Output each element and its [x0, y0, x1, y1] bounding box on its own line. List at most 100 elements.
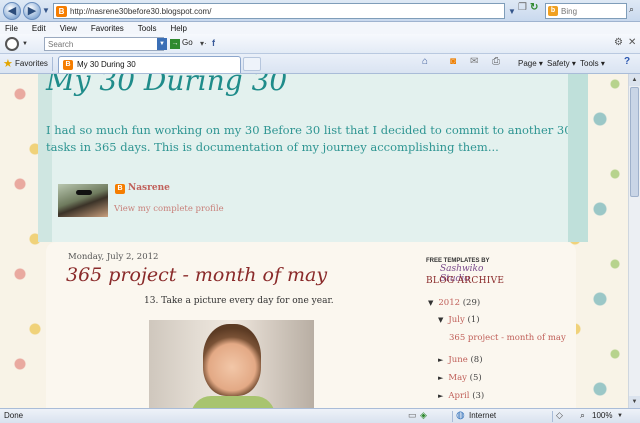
search-toolbar: ▼ ▼ →Go ▾· f ⚙ ✕ — [0, 34, 640, 54]
favorites-button[interactable]: ★ Favorites — [3, 57, 48, 71]
toolbar-search-icon[interactable] — [5, 37, 19, 51]
go-arrow-icon: → — [170, 39, 180, 49]
post-title-link[interactable]: 365 project - month of may — [66, 264, 327, 286]
archive-heading: BLOG ARCHIVE — [426, 276, 505, 286]
menu-view[interactable]: View — [60, 24, 77, 33]
archive-count: (5) — [469, 373, 482, 383]
collapse-toggle-icon[interactable]: ▼ — [438, 316, 443, 324]
photo-subject-dress — [191, 396, 275, 408]
archive-year-2012[interactable]: ▼ 2012 (29) — [428, 298, 480, 308]
blog-title[interactable]: My 30 During 30 — [46, 74, 287, 97]
web-search-input[interactable] — [561, 5, 619, 17]
expand-toggle-icon[interactable]: ► — [438, 374, 443, 382]
toolbar-close-icon[interactable]: ✕ — [628, 37, 636, 48]
archive-month-label[interactable]: May — [448, 373, 467, 383]
star-icon: ★ — [3, 58, 13, 70]
blog-header: My 30 During 30 I had so much fun workin… — [38, 74, 588, 242]
blogger-profile-icon: B — [115, 184, 125, 194]
go-label: Go — [182, 38, 193, 47]
forward-button[interactable]: ▶ — [23, 2, 41, 20]
post-photo[interactable] — [149, 320, 314, 408]
bing-icon: b — [548, 6, 558, 16]
archive-count: (8) — [470, 355, 483, 365]
archive-month-label[interactable]: April — [448, 391, 469, 401]
status-progress-icon: ▭ — [408, 410, 417, 420]
scroll-up-icon[interactable]: ▲ — [629, 74, 640, 86]
collapse-toggle-icon[interactable]: ▼ — [428, 299, 433, 307]
main-content: Monday, July 2, 2012 365 project - month… — [46, 242, 576, 408]
archive-count: (29) — [462, 298, 481, 308]
refresh-icon[interactable]: ↻ — [530, 2, 538, 14]
post-body-text: 13. Take a picture every day for one yea… — [144, 296, 334, 306]
toolbar-search-dropdown-icon[interactable]: ▼ — [22, 41, 28, 47]
menu-edit[interactable]: Edit — [32, 24, 46, 33]
address-input[interactable] — [70, 5, 470, 18]
back-icon: ◀ — [7, 5, 17, 17]
divider — [452, 411, 453, 422]
address-bar-row: ◀ ▶ ▼ B ▼ ❐ ↻ ✕ b ⌕ — [0, 0, 640, 22]
go-button[interactable]: → Go — [170, 38, 193, 50]
archive-count: (3) — [472, 391, 485, 401]
scroll-down-icon[interactable]: ▼ — [629, 396, 640, 408]
profile-name-link[interactable]: Nasrene — [128, 183, 170, 193]
archive-count: (1) — [467, 315, 480, 325]
status-text: Done — [4, 411, 24, 420]
page-menu-button[interactable]: Page ▾ — [518, 58, 543, 70]
compatibility-view-icon[interactable]: ❐ — [518, 2, 527, 14]
feed-icon[interactable]: ◙ — [450, 56, 456, 68]
globe-icon: ◍ — [456, 410, 465, 421]
home-icon[interactable]: ⌂ — [422, 56, 428, 68]
page-viewport: My 30 During 30 I had so much fun workin… — [0, 74, 628, 408]
blogger-favicon-icon: B — [63, 60, 73, 70]
blog-description: I had so much fun working on my 30 Befor… — [46, 123, 572, 154]
archive-month-label[interactable]: June — [448, 355, 467, 365]
print-icon[interactable]: ⎙ — [492, 56, 500, 68]
safety-menu-button[interactable]: Safety ▾ — [547, 58, 576, 70]
protected-mode-icon[interactable]: ◇ — [556, 410, 563, 421]
status-addon-icon: ◈ — [420, 410, 427, 420]
archive-month-april[interactable]: ► April (3) — [438, 391, 484, 401]
menu-bar: File Edit View Favorites Tools Help — [0, 22, 640, 34]
menu-tools[interactable]: Tools — [138, 24, 157, 33]
archive-month-label[interactable]: July — [448, 315, 464, 325]
tools-menu-button[interactable]: Tools ▾ — [580, 58, 605, 70]
toolbar-settings-icon[interactable]: ⚙ — [614, 37, 623, 48]
facebook-icon[interactable]: f — [212, 38, 215, 48]
favorites-tabs-row: ★ Favorites B My 30 During 30 ⌂ ◙ ✉ ⎙ Pag… — [0, 54, 640, 74]
menu-file[interactable]: File — [5, 24, 18, 33]
menu-help[interactable]: Help — [170, 24, 186, 33]
favorites-label: Favorites — [15, 59, 48, 68]
recent-pages-dropdown[interactable]: ▼ — [42, 6, 50, 15]
back-button[interactable]: ◀ — [3, 2, 21, 20]
zoom-level[interactable]: 100% — [592, 411, 612, 420]
post-date: Monday, July 2, 2012 — [68, 252, 159, 262]
archive-month-july[interactable]: ▼ July (1) — [438, 315, 480, 325]
address-dropdown-icon[interactable]: ▼ — [508, 6, 516, 18]
menu-favorites[interactable]: Favorites — [91, 24, 124, 33]
security-zone-label[interactable]: Internet — [469, 411, 496, 420]
archive-post-link[interactable]: 365 project - month of may — [449, 333, 566, 343]
expand-toggle-icon[interactable]: ► — [438, 392, 443, 400]
address-bar[interactable]: B — [53, 3, 505, 19]
help-icon[interactable]: ? — [624, 56, 630, 68]
scrollbar-thumb[interactable] — [630, 87, 639, 197]
toolbar-search-options-icon[interactable]: ▼ — [157, 38, 167, 50]
expand-toggle-icon[interactable]: ► — [438, 356, 443, 364]
view-profile-link[interactable]: View my complete profile — [114, 204, 224, 214]
zoom-dropdown-icon[interactable]: ▼ — [617, 413, 623, 419]
divider — [552, 411, 553, 422]
archive-month-june[interactable]: ► June (8) — [438, 355, 483, 365]
vertical-scrollbar[interactable]: ▲ ▼ — [628, 74, 640, 408]
search-icon[interactable]: ⌕ — [629, 4, 634, 15]
new-tab-button[interactable] — [243, 57, 261, 71]
blogger-favicon-icon: B — [56, 6, 67, 17]
tab-my-30-during-30[interactable]: B My 30 During 30 — [58, 56, 241, 73]
zoom-icon[interactable]: ⌕ — [580, 410, 585, 421]
profile-photo[interactable] — [58, 184, 108, 217]
toolbar-search-input[interactable] — [44, 37, 164, 51]
web-search-box[interactable]: b — [545, 3, 627, 19]
mail-icon[interactable]: ✉ — [470, 56, 478, 68]
toolbar-options-icon[interactable]: ▾· — [200, 39, 207, 48]
archive-month-may[interactable]: ► May (5) — [438, 373, 482, 383]
archive-year-label[interactable]: 2012 — [438, 298, 460, 308]
